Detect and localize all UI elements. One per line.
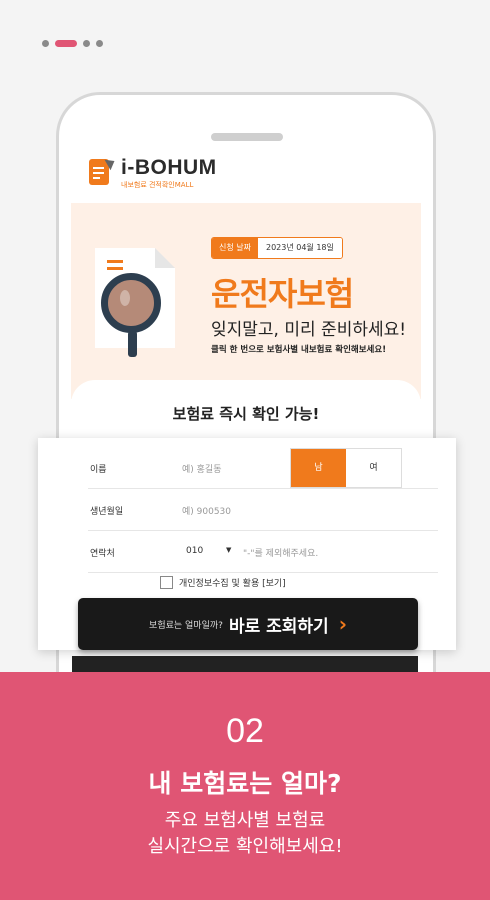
cta-caption: 보험료는 얼마일까? (149, 620, 223, 631)
hero-banner: 신청 날짜 2023년 04월 18일 운전자보험 잊지말고, 미리 준비하세요… (71, 203, 421, 399)
step-number: 02 (226, 712, 264, 750)
promo-line-2: 실시간으로 확인해보세요! (147, 836, 343, 857)
privacy-consent[interactable]: 개인정보수집 및 활용 [보기] (160, 576, 286, 589)
check-now-button[interactable]: 보험료는 얼마일까? 바로 조회하기 › (78, 598, 418, 650)
pagination-dot[interactable] (83, 40, 90, 47)
phone-input[interactable]: "-"를 제외해주세요. (243, 546, 318, 559)
promo-title: 내 보험료는 얼마? (148, 769, 342, 798)
chevron-right-icon: › (338, 612, 347, 636)
phone-label: 연락처 (90, 549, 115, 559)
hero-subtitle: 잊지말고, 미리 준비하세요! (211, 320, 407, 340)
promo-subtitle: 주요 보험사별 보험료 실시간으로 확인해보세요! (0, 808, 490, 860)
magnifier-icon (101, 273, 161, 333)
date-badge-value: 2023년 04월 18일 (257, 238, 342, 258)
document-icon (89, 155, 118, 187)
pagination-dot-active[interactable] (55, 40, 77, 47)
birth-row: 생년월일 예) 900530 (88, 490, 438, 531)
pagination-dots[interactable] (42, 40, 103, 47)
caret-down-icon[interactable]: ▼ (226, 546, 231, 554)
name-input[interactable]: 예) 홍길동 (182, 462, 222, 475)
consent-checkbox[interactable] (160, 576, 173, 589)
date-badge: 신청 날짜 2023년 04월 18일 (211, 237, 343, 259)
promo-line-1: 주요 보험사별 보험료 (164, 810, 326, 831)
consent-label[interactable]: 개인정보수집 및 활용 [보기] (179, 576, 286, 589)
logo: i-BOHUM 내보험료 견적확인MALL (89, 155, 217, 190)
logo-subtitle: 내보험료 견적확인MALL (121, 181, 194, 189)
pagination-dot[interactable] (96, 40, 103, 47)
gender-female-button[interactable]: 여 (346, 449, 401, 487)
date-badge-label: 신청 날짜 (212, 238, 258, 258)
name-label: 이름 (90, 465, 107, 475)
pagination-dot[interactable] (42, 40, 49, 47)
name-row: 이름 예) 홍길동 남 여 (88, 448, 438, 489)
logo-title: i-BOHUM (121, 156, 217, 179)
gender-male-button[interactable]: 남 (291, 449, 346, 487)
hero-note: 클릭 한 번으로 보험사별 내보험료 확인해보세요! (211, 345, 387, 355)
phone-row: 연락처 010 ▼ "-"를 제외해주세요. (88, 532, 438, 573)
phone-speaker (211, 133, 283, 141)
promo-section: 02 내 보험료는 얼마? 주요 보험사별 보험료 실시간으로 확인해보세요! (0, 672, 490, 900)
birth-label: 생년월일 (90, 507, 124, 517)
gender-toggle[interactable]: 남 여 (290, 448, 402, 488)
carrier-select[interactable]: 010 (186, 546, 203, 556)
cta-label: 바로 조회하기 (228, 616, 329, 637)
hero-title: 운전자보험 (211, 275, 354, 313)
birth-input[interactable]: 예) 900530 (182, 504, 231, 517)
magnifier-handle (128, 331, 137, 357)
card-heading: 보험료 즉시 확인 가능! (172, 405, 320, 423)
